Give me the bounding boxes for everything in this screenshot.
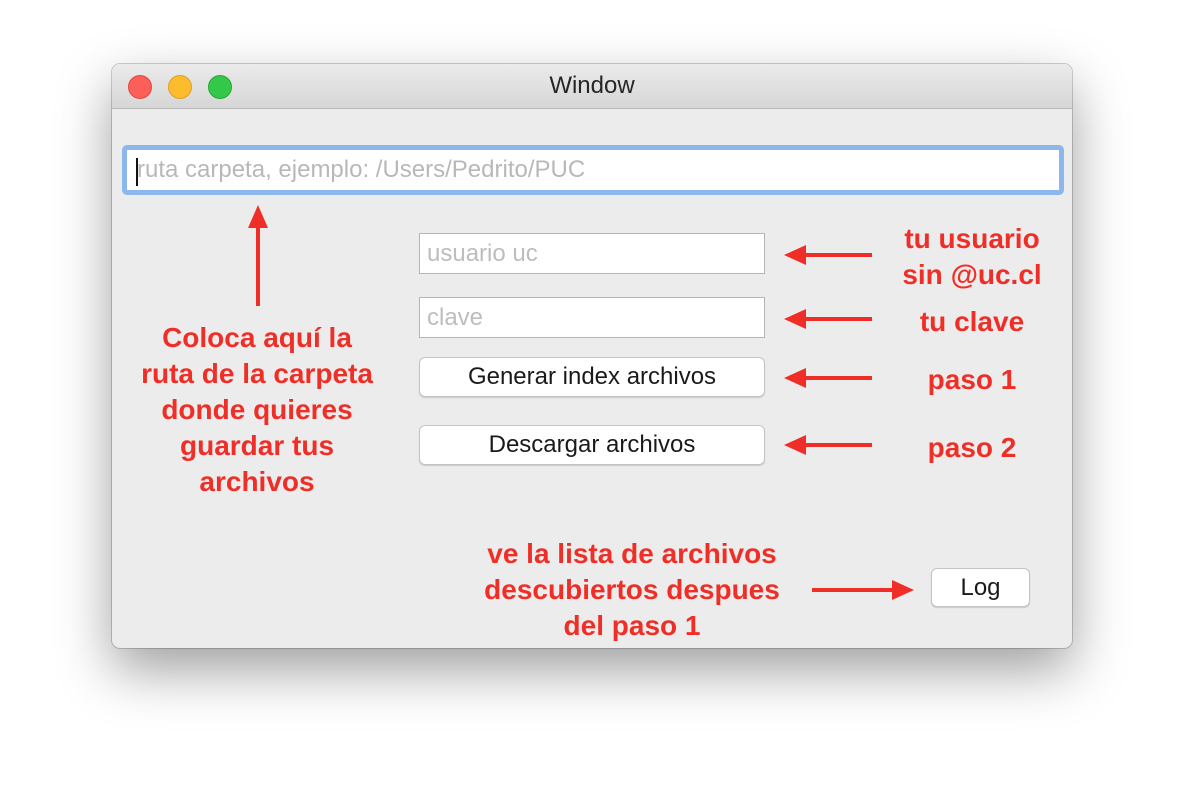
folder-annotation-line: guardar tus [179, 430, 335, 461]
step1-annotation: paso 1 [927, 364, 1017, 395]
download-files-button[interactable]: Descargar archivos [419, 425, 765, 465]
folder-annotation-line: archivos [199, 466, 315, 497]
text-cursor [136, 158, 138, 186]
window-title: Window [549, 72, 635, 99]
username-input[interactable] [419, 233, 765, 274]
arrow-head-left-icon [784, 309, 806, 329]
log-annotation-line: ve la lista de archivos [487, 538, 777, 569]
log-annotation-line: del paso 1 [563, 610, 701, 641]
username-annotation-line: sin @uc.cl [902, 259, 1042, 290]
folder-annotation-line: Coloca aquí la [162, 322, 352, 353]
arrow-head-right-icon [892, 580, 914, 600]
arrow-head-left-icon [784, 245, 806, 265]
app-window: Window Generar index archivos Descargar … [112, 64, 1072, 648]
password-input[interactable] [419, 297, 765, 338]
username-annotation: tu usuario sin @uc.cl [892, 221, 1052, 293]
folder-annotation-line: donde quieres [161, 394, 353, 425]
username-annotation-line: tu usuario [904, 223, 1040, 254]
arrow-head-up-icon [248, 205, 268, 228]
log-annotation-line: descubiertos despues [484, 574, 780, 605]
arrow-head-left-icon [784, 435, 806, 455]
folder-path-annotation: Coloca aquí la ruta de la carpeta donde … [122, 320, 392, 500]
title-bar[interactable]: Window [112, 64, 1072, 109]
log-button[interactable]: Log [931, 568, 1030, 607]
step2-annotation: paso 2 [927, 432, 1017, 463]
password-annotation: tu clave [919, 306, 1025, 337]
arrow-head-left-icon [784, 368, 806, 388]
folder-path-input[interactable] [122, 145, 1064, 195]
folder-annotation-line: ruta de la carpeta [141, 358, 373, 389]
log-annotation: ve la lista de archivos descubiertos des… [457, 536, 807, 644]
generate-index-button[interactable]: Generar index archivos [419, 357, 765, 397]
